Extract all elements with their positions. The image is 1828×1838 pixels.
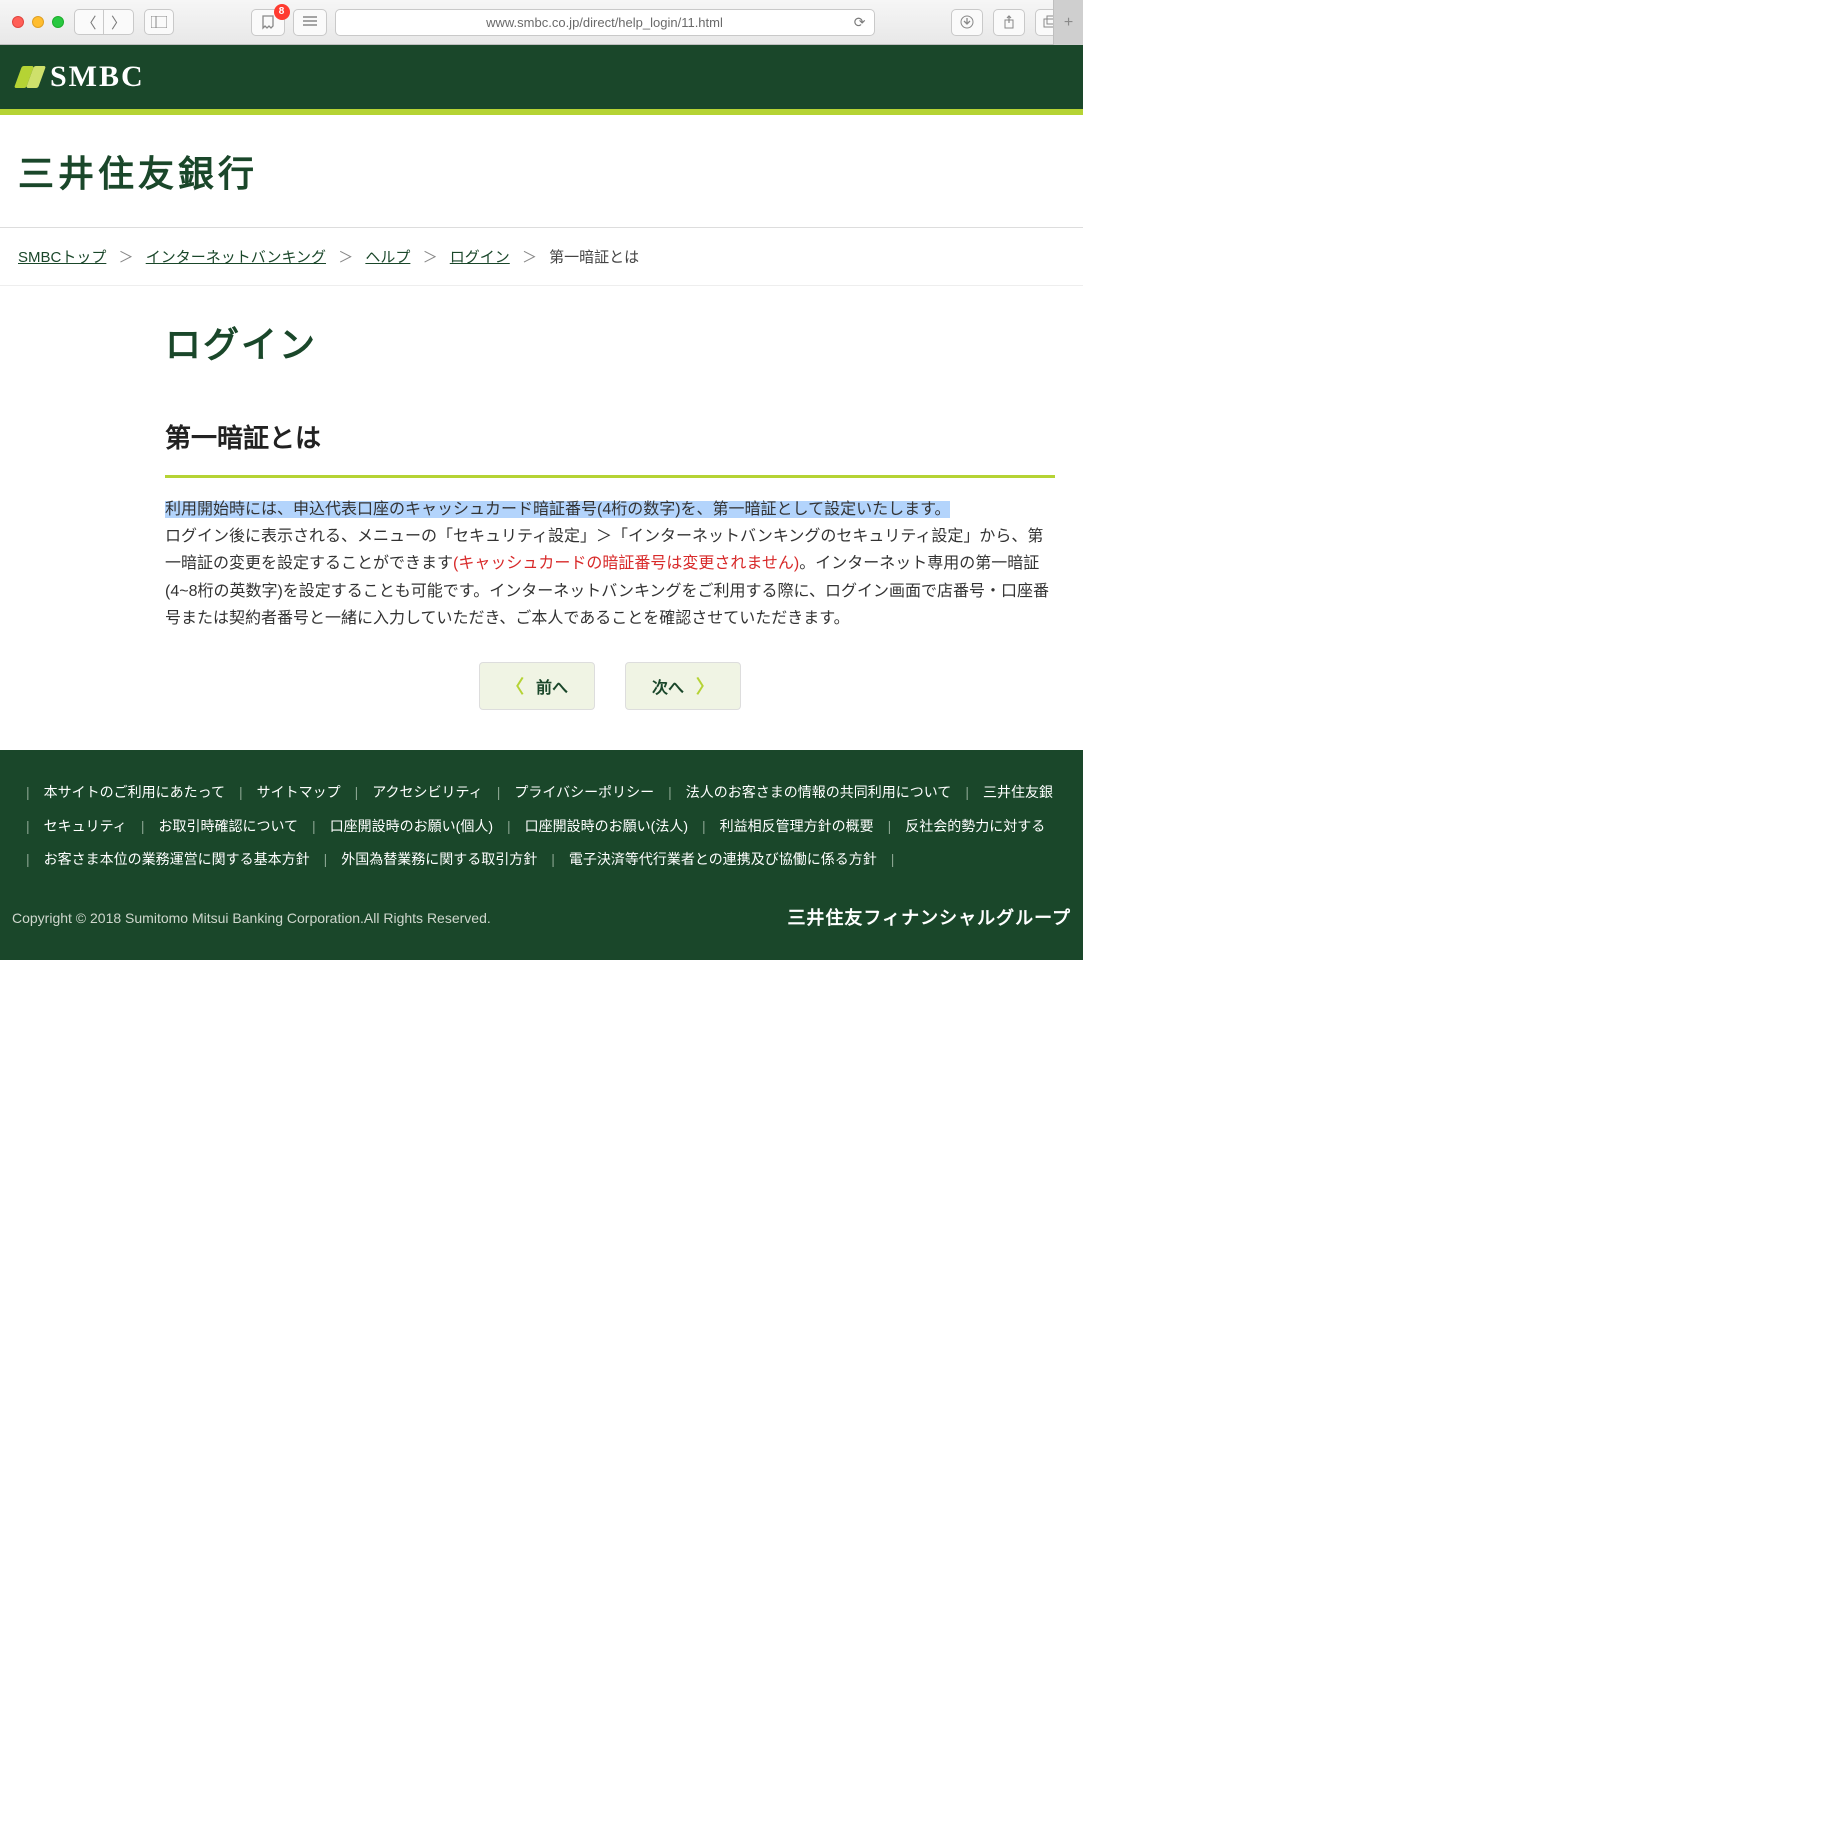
footer-link[interactable]: お客さま本位の業務運営に関する基本方針 [44, 843, 310, 877]
footer-link[interactable]: 利益相反管理方針の概要 [720, 810, 874, 844]
smbc-logo-mark-icon [18, 64, 44, 90]
body-red-note: (キャッシュカードの暗証番号は変更されません) [453, 555, 799, 572]
footer-link[interactable]: 口座開設時のお願い(個人) [330, 810, 493, 844]
nav-back-forward: 〈 〉 [74, 9, 134, 35]
share-button[interactable] [993, 9, 1025, 36]
pager: 〈 前へ 次へ 〉 [165, 662, 1055, 710]
copyright-text: Copyright © 2018 Sumitomo Mitsui Banking… [12, 902, 491, 936]
site-header: SMBC [0, 45, 1083, 115]
highlighted-text: 利用開始時には、申込代表口座のキャッシュカード暗証番号(4桁の数字)を、第一暗証… [165, 501, 950, 518]
forward-button[interactable]: 〉 [104, 9, 134, 35]
footer-link[interactable]: サイトマップ [257, 776, 341, 810]
prev-button[interactable]: 〈 前へ [479, 662, 595, 710]
extension-ghostery-icon[interactable]: 8 [251, 9, 285, 36]
window-controls [12, 16, 64, 28]
sidebar-toggle-button[interactable] [144, 9, 174, 35]
back-button[interactable]: 〈 [74, 9, 104, 35]
footer-link[interactable]: お取引時確認について [158, 810, 298, 844]
site-footer: | 本サイトのご利用にあたって| サイトマップ| アクセシビリティ| プライバシ… [0, 750, 1083, 960]
browser-toolbar: 〈 〉 8 www.smbc.co.jp/direct/help_login/1… [0, 0, 1083, 45]
page-title: ログイン [165, 316, 1055, 368]
prev-label: 前へ [536, 674, 568, 698]
breadcrumb-sep-icon: ＞ [338, 249, 353, 266]
main-content: ログイン 第一暗証とは 利用開始時には、申込代表口座のキャッシュカード暗証番号(… [165, 286, 1055, 750]
footer-links-row-3: | お客さま本位の業務運営に関する基本方針| 外国為替業務に関する取引方針| 電… [12, 843, 1071, 877]
footer-link[interactable]: 外国為替業務に関する取引方針 [341, 843, 537, 877]
address-bar-area: 8 www.smbc.co.jp/direct/help_login/11.ht… [184, 9, 941, 36]
next-button[interactable]: 次へ 〉 [625, 662, 741, 710]
chevron-left-icon: 〈 [506, 673, 524, 699]
breadcrumb-internet-banking[interactable]: インターネットバンキング [146, 249, 326, 266]
url-text: www.smbc.co.jp/direct/help_login/11.html [486, 15, 723, 30]
reader-mode-button[interactable] [293, 9, 327, 36]
smbc-logo-text: SMBC [50, 60, 145, 94]
breadcrumb-help[interactable]: ヘルプ [365, 249, 410, 266]
smbc-logo[interactable]: SMBC [18, 60, 145, 94]
bank-name-heading: 三井住友銀行 [0, 115, 1083, 228]
footer-link[interactable]: プライバシーポリシー [514, 776, 654, 810]
chevron-right-icon: 〉 [696, 673, 714, 699]
footer-link[interactable]: セキュリティ [44, 810, 127, 844]
footer-links-row-1: | 本サイトのご利用にあたって| サイトマップ| アクセシビリティ| プライバシ… [12, 776, 1071, 810]
section-title: 第一暗証とは [165, 418, 1055, 478]
footer-link[interactable]: 法人のお客さまの情報の共同利用について [686, 776, 952, 810]
extension-badge: 8 [274, 4, 290, 20]
breadcrumb-sep-icon: ＞ [119, 249, 134, 266]
breadcrumb-smbc-top[interactable]: SMBCトップ [18, 249, 106, 266]
breadcrumb: SMBCトップ ＞ インターネットバンキング ＞ ヘルプ ＞ ログイン ＞ 第一… [0, 228, 1083, 286]
breadcrumb-sep-icon: ＞ [423, 249, 438, 266]
footer-links-row-2: | セキュリティ| お取引時確認について| 口座開設時のお願い(個人)| 口座開… [12, 810, 1071, 844]
breadcrumb-current: 第一暗証とは [549, 249, 639, 266]
maximize-window-icon[interactable] [52, 16, 64, 28]
footer-link[interactable]: 反社会的勢力に対する [905, 810, 1045, 844]
new-tab-button[interactable]: + [1053, 0, 1083, 45]
footer-link[interactable]: 口座開設時のお願い(法人) [525, 810, 688, 844]
breadcrumb-login[interactable]: ログイン [450, 249, 510, 266]
financial-group-name: 三井住友フィナンシャルグループ [787, 897, 1071, 940]
next-label: 次へ [652, 674, 684, 698]
article-body: 利用開始時には、申込代表口座のキャッシュカード暗証番号(4桁の数字)を、第一暗証… [165, 496, 1055, 632]
footer-bottom: Copyright © 2018 Sumitomo Mitsui Banking… [12, 897, 1071, 940]
footer-link[interactable]: 三井住友銀 [983, 776, 1053, 810]
reload-icon[interactable]: ⟳ [854, 14, 866, 31]
footer-link[interactable]: 電子決済等代行業者との連携及び協働に係る方針 [569, 843, 877, 877]
footer-link[interactable]: 本サイトのご利用にあたって [44, 776, 225, 810]
minimize-window-icon[interactable] [32, 16, 44, 28]
breadcrumb-sep-icon: ＞ [522, 249, 537, 266]
downloads-button[interactable] [951, 9, 983, 36]
address-bar[interactable]: www.smbc.co.jp/direct/help_login/11.html… [335, 9, 875, 36]
footer-link[interactable]: アクセシビリティ [372, 776, 482, 810]
close-window-icon[interactable] [12, 16, 24, 28]
